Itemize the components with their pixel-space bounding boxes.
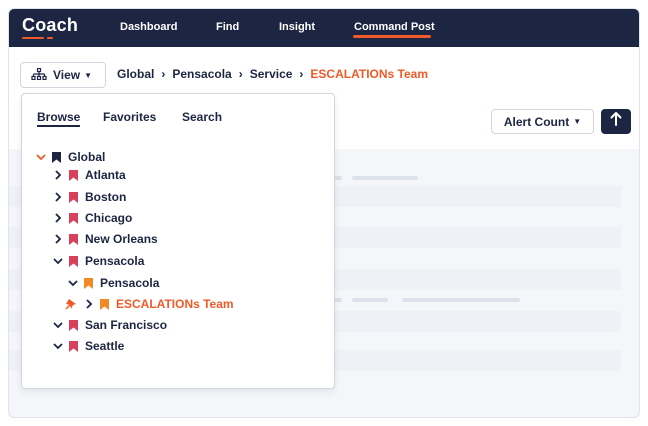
breadcrumb: Global › Pensacola › Service › ESCALATIO… [117, 67, 428, 81]
chevron-right-icon[interactable] [84, 299, 94, 309]
view-dropdown-panel: Browse Favorites Search Global Atlanta B… [21, 93, 335, 389]
bookmark-icon [52, 151, 61, 163]
nav-active-indicator [353, 35, 431, 38]
bookmark-icon [69, 340, 78, 352]
chevron-right-icon[interactable] [53, 213, 63, 223]
tree-item-label: Seattle [85, 339, 125, 353]
chevron-right-icon: › [238, 67, 243, 81]
arrow-up-icon [610, 112, 622, 131]
tree-item-new-orleans[interactable]: New Orleans [53, 230, 158, 248]
placeholder-line [334, 176, 342, 180]
breadcrumb-pensacola[interactable]: Pensacola [172, 67, 231, 81]
tree-item-label: Global [68, 150, 106, 164]
tree-item-global[interactable]: Global [36, 148, 105, 166]
chevron-right-icon[interactable] [53, 234, 63, 244]
bookmark-icon [84, 277, 93, 289]
bookmark-icon [69, 191, 78, 203]
chevron-right-icon: › [299, 67, 304, 81]
placeholder-line [334, 298, 342, 302]
chevron-down-icon[interactable] [53, 342, 63, 350]
nav-command-post[interactable]: Command Post [354, 21, 435, 33]
chevron-down-icon[interactable] [36, 153, 46, 161]
bookmark-icon [69, 255, 78, 267]
tree-item-boston[interactable]: Boston [53, 188, 126, 206]
tab-favorites[interactable]: Favorites [103, 110, 156, 124]
view-button-label: View [53, 68, 81, 82]
tree-item-escalations-team[interactable]: ESCALATIONs Team [84, 295, 234, 313]
tree-item-pensacola-child[interactable]: Pensacola [68, 274, 159, 292]
tree-item-seattle[interactable]: Seattle [53, 337, 124, 355]
hierarchy-icon [31, 67, 47, 83]
caret-down-icon: ▼ [84, 70, 93, 80]
nav-find[interactable]: Find [216, 21, 239, 33]
logo-accent [22, 37, 44, 39]
tab-browse[interactable]: Browse [37, 110, 81, 127]
tree-item-pensacola[interactable]: Pensacola [53, 252, 144, 270]
bookmark-icon [100, 298, 109, 310]
caret-down-icon: ▼ [573, 117, 582, 126]
top-navigation: Coach Dashboard Find Insight Command Pos… [9, 9, 639, 47]
placeholder-line [352, 176, 418, 180]
bookmark-icon [69, 169, 78, 181]
chevron-down-icon[interactable] [68, 279, 78, 287]
tree-item-label: Pensacola [85, 254, 145, 268]
nav-insight[interactable]: Insight [279, 21, 315, 33]
chevron-down-icon[interactable] [53, 257, 63, 265]
tree-item-label: Pensacola [100, 276, 160, 290]
chevron-right-icon: › [161, 67, 166, 81]
chevron-down-icon[interactable] [53, 321, 63, 329]
tree-item-label: New Orleans [85, 232, 158, 246]
tree-item-atlanta[interactable]: Atlanta [53, 166, 126, 184]
sort-direction-button[interactable] [601, 109, 631, 134]
tree-item-label: ESCALATIONs Team [116, 297, 234, 311]
tree-item-san-francisco[interactable]: San Francisco [53, 316, 167, 334]
tree-item-label: Boston [85, 190, 127, 204]
breadcrumb-global[interactable]: Global [117, 67, 154, 81]
chevron-right-icon[interactable] [53, 170, 63, 180]
tab-search[interactable]: Search [182, 110, 222, 124]
tree-item-label: San Francisco [85, 318, 168, 332]
nav-dashboard[interactable]: Dashboard [120, 21, 177, 33]
tree-item-label: Atlanta [85, 168, 126, 182]
bookmark-icon [69, 233, 78, 245]
bookmark-icon [69, 212, 78, 224]
pin-icon[interactable] [65, 297, 77, 310]
app-window: Coach Dashboard Find Insight Command Pos… [8, 8, 640, 418]
placeholder-line [402, 298, 520, 302]
breadcrumb-current: ESCALATIONs Team [310, 67, 428, 81]
view-button[interactable]: View ▼ [20, 62, 106, 88]
chevron-right-icon[interactable] [53, 192, 63, 202]
alert-count-sort-button[interactable]: Alert Count ▼ [491, 109, 594, 134]
placeholder-line [352, 298, 388, 302]
tree-item-chicago[interactable]: Chicago [53, 209, 132, 227]
logo-accent-dot [47, 37, 53, 39]
breadcrumb-service[interactable]: Service [250, 67, 293, 81]
bookmark-icon [69, 319, 78, 331]
alert-count-label: Alert Count [503, 114, 570, 129]
tree-item-label: Chicago [85, 211, 133, 225]
coach-logo[interactable]: Coach [22, 15, 78, 36]
